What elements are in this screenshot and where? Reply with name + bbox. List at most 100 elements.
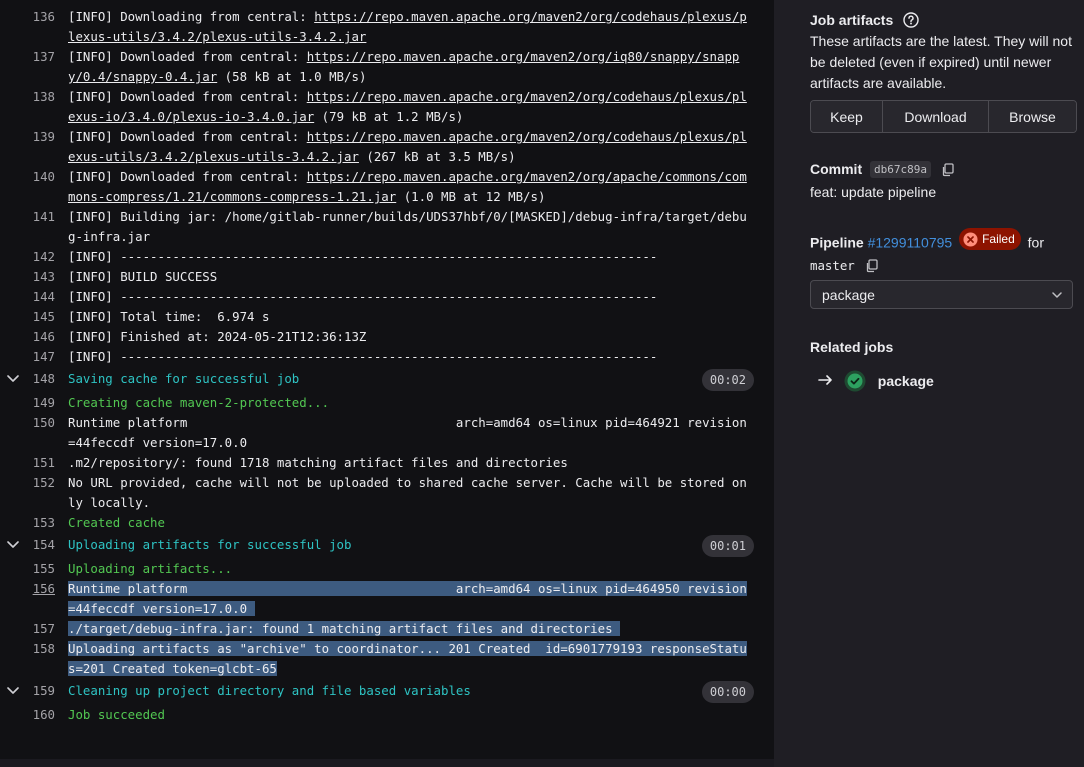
log-line-text: [INFO] Building jar: /home/gitlab-runner… <box>68 207 754 247</box>
log-line: 143 [INFO] BUILD SUCCESS <box>0 267 774 287</box>
job-log-lines: 136 [INFO] Downloading from central: http… <box>0 7 774 725</box>
copy-ref-icon[interactable] <box>865 257 879 279</box>
log-line: 155 Uploading artifacts... <box>0 559 774 579</box>
commit-message: feat: update pipeline <box>810 184 937 200</box>
pipeline-status-text: Failed <box>982 232 1015 246</box>
log-line-text: [INFO] BUILD SUCCESS <box>68 267 754 287</box>
log-line-text: [INFO] Downloaded from central: https://… <box>68 47 754 87</box>
pipeline-id-link[interactable]: #1299110795 <box>868 235 953 251</box>
log-text-segment: Creating cache maven-2-protected... <box>68 395 330 410</box>
related-job-name: package <box>877 373 934 389</box>
log-line: 151 .m2/repository/: found 1718 matching … <box>0 453 774 473</box>
log-text-segment: [INFO] Downloaded from central: <box>68 129 307 144</box>
log-line: 142 [INFO] ------------------------------… <box>0 247 774 267</box>
download-button[interactable]: Download <box>883 101 989 132</box>
log-line-text: Saving cache for successful job <box>68 369 754 389</box>
log-line-number[interactable]: 143 <box>0 267 55 287</box>
pipeline-label: Pipeline <box>810 234 864 251</box>
log-line: 153 Created cache <box>0 513 774 533</box>
log-line-number[interactable]: 159 <box>0 681 55 701</box>
commit-row: Commit db67c89a <box>810 159 1076 179</box>
pipeline-for-text: for <box>1027 234 1044 251</box>
pipeline-ref-link[interactable]: master <box>810 258 855 273</box>
help-icon[interactable] <box>903 12 919 33</box>
log-line-number[interactable]: 140 <box>0 167 55 187</box>
copy-icon[interactable] <box>941 162 955 182</box>
log-line: 139 [INFO] Downloaded from central: https… <box>0 127 774 167</box>
log-text-segment: [INFO] ---------------------------------… <box>68 349 658 364</box>
log-line-text: Uploading artifacts as "archive" to coor… <box>68 639 754 679</box>
log-line-text: [INFO] Total time: 6.974 s <box>68 307 754 327</box>
log-section-header[interactable]: 159 Cleaning up project directory and fil… <box>0 679 774 705</box>
log-horizontal-scrollbar[interactable] <box>0 759 774 767</box>
log-line-number[interactable]: 141 <box>0 207 55 227</box>
log-line-number[interactable]: 160 <box>0 705 55 725</box>
failed-status-icon <box>963 231 978 247</box>
log-line-text: Job succeeded <box>68 705 754 725</box>
keep-button[interactable]: Keep <box>811 101 883 132</box>
log-line-text: No URL provided, cache will not be uploa… <box>68 473 754 513</box>
log-line-number[interactable]: 149 <box>0 393 55 413</box>
log-line-number[interactable]: 142 <box>0 247 55 267</box>
log-text-segment: .m2/repository/: found 1718 matching art… <box>68 455 568 470</box>
job-sidebar: Job artifacts These artifacts are the la… <box>774 0 1084 767</box>
log-line-number[interactable]: 152 <box>0 473 55 493</box>
log-line-number[interactable]: 154 <box>0 535 55 555</box>
commit-label: Commit <box>810 161 863 177</box>
log-line-text: [INFO] Finished at: 2024-05-21T12:36:13Z <box>68 327 754 347</box>
log-line-number[interactable]: 150 <box>0 413 55 433</box>
log-section-header[interactable]: 148 Saving cache for successful job 00:02 <box>0 367 774 393</box>
log-line-number[interactable]: 136 <box>0 7 55 27</box>
log-line-text: [INFO] Downloaded from central: https://… <box>68 167 754 207</box>
related-job-item[interactable]: package <box>810 369 1076 393</box>
log-line-number[interactable]: 151 <box>0 453 55 473</box>
log-line-text: Uploading artifacts for successful job <box>68 535 754 555</box>
log-line-text: ./target/debug-infra.jar: found 1 matchi… <box>68 619 754 639</box>
log-line-number[interactable]: 137 <box>0 47 55 67</box>
job-artifacts-title: Job artifacts <box>810 12 894 28</box>
log-line-number[interactable]: 156 <box>0 579 55 599</box>
log-text-segment: [INFO] Downloaded from central: <box>68 169 307 184</box>
browse-button[interactable]: Browse <box>989 101 1076 132</box>
log-line: 146 [INFO] Finished at: 2024-05-21T12:36:… <box>0 327 774 347</box>
log-text-segment: Created cache <box>68 515 165 530</box>
log-line-number[interactable]: 145 <box>0 307 55 327</box>
log-text-segment: Job succeeded <box>68 707 165 722</box>
artifact-button-group: Keep Download Browse <box>810 100 1077 133</box>
log-text-segment: [INFO] Downloaded from central: <box>68 89 307 104</box>
stage-dropdown[interactable]: package <box>810 280 1073 309</box>
log-line-number[interactable]: 147 <box>0 347 55 367</box>
log-line-text: [INFO] ---------------------------------… <box>68 287 754 307</box>
log-text-segment: [INFO] Finished at: 2024-05-21T12:36:13Z <box>68 329 367 344</box>
log-line-number[interactable]: 144 <box>0 287 55 307</box>
log-line-number[interactable]: 153 <box>0 513 55 533</box>
log-line-number[interactable]: 138 <box>0 87 55 107</box>
log-text-segment: [INFO] Downloaded from central: <box>68 49 307 64</box>
log-line: 145 [INFO] Total time: 6.974 s <box>0 307 774 327</box>
log-line-number[interactable]: 158 <box>0 639 55 659</box>
log-line: 150 Runtime platform arch=amd64 os=linux … <box>0 413 774 453</box>
log-text-segment: Uploading artifacts for successful job <box>68 537 352 552</box>
log-line: 137 [INFO] Downloaded from central: https… <box>0 47 774 87</box>
log-line-text: [INFO] ---------------------------------… <box>68 347 754 367</box>
log-text-segment: [INFO] ---------------------------------… <box>68 289 658 304</box>
success-status-icon <box>844 370 866 399</box>
log-line-number[interactable]: 139 <box>0 127 55 147</box>
log-line-text: Cleaning up project directory and file b… <box>68 681 754 701</box>
log-text-segment: [INFO] BUILD SUCCESS <box>68 269 218 284</box>
log-line: 140 [INFO] Downloaded from central: https… <box>0 167 774 207</box>
pipeline-status-badge[interactable]: Failed <box>959 228 1021 250</box>
log-line-text: [INFO] Downloading from central: https:/… <box>68 7 754 47</box>
log-line-text: Runtime platform arch=amd64 os=linux pid… <box>68 413 754 453</box>
commit-sha-link[interactable]: db67c89a <box>870 161 931 178</box>
log-line-text: [INFO] ---------------------------------… <box>68 247 754 267</box>
section-duration-badge: 00:00 <box>701 681 754 703</box>
log-section-header[interactable]: 154 Uploading artifacts for successful jo… <box>0 533 774 559</box>
log-line-number[interactable]: 155 <box>0 559 55 579</box>
log-line-number[interactable]: 146 <box>0 327 55 347</box>
log-line-number[interactable]: 157 <box>0 619 55 639</box>
log-line-number[interactable]: 148 <box>0 369 55 389</box>
log-line: 147 [INFO] ------------------------------… <box>0 347 774 367</box>
job-log-panel: 136 [INFO] Downloading from central: http… <box>0 0 774 759</box>
log-text-segment: Saving cache for successful job <box>68 371 300 386</box>
